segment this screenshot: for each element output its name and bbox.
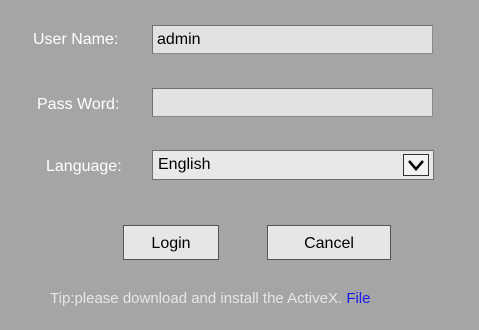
username-input[interactable] [152, 25, 433, 54]
password-input[interactable] [152, 88, 433, 117]
dropdown-button[interactable] [403, 154, 429, 176]
login-panel: User Name: Pass Word: Language: English … [0, 0, 479, 330]
language-label: Language: [46, 158, 122, 175]
activex-tip: Tip:please download and install the Acti… [50, 289, 370, 309]
cancel-button[interactable]: Cancel [267, 225, 391, 260]
language-select[interactable]: English [152, 150, 434, 180]
tip-text: Tip:please download and install the Acti… [50, 290, 343, 307]
file-download-link[interactable]: File [346, 290, 370, 307]
username-label: User Name: [33, 31, 119, 48]
language-selected-value: English [158, 156, 211, 173]
chevron-down-icon [408, 160, 424, 171]
login-button[interactable]: Login [123, 225, 219, 260]
password-label: Pass Word: [37, 96, 120, 113]
